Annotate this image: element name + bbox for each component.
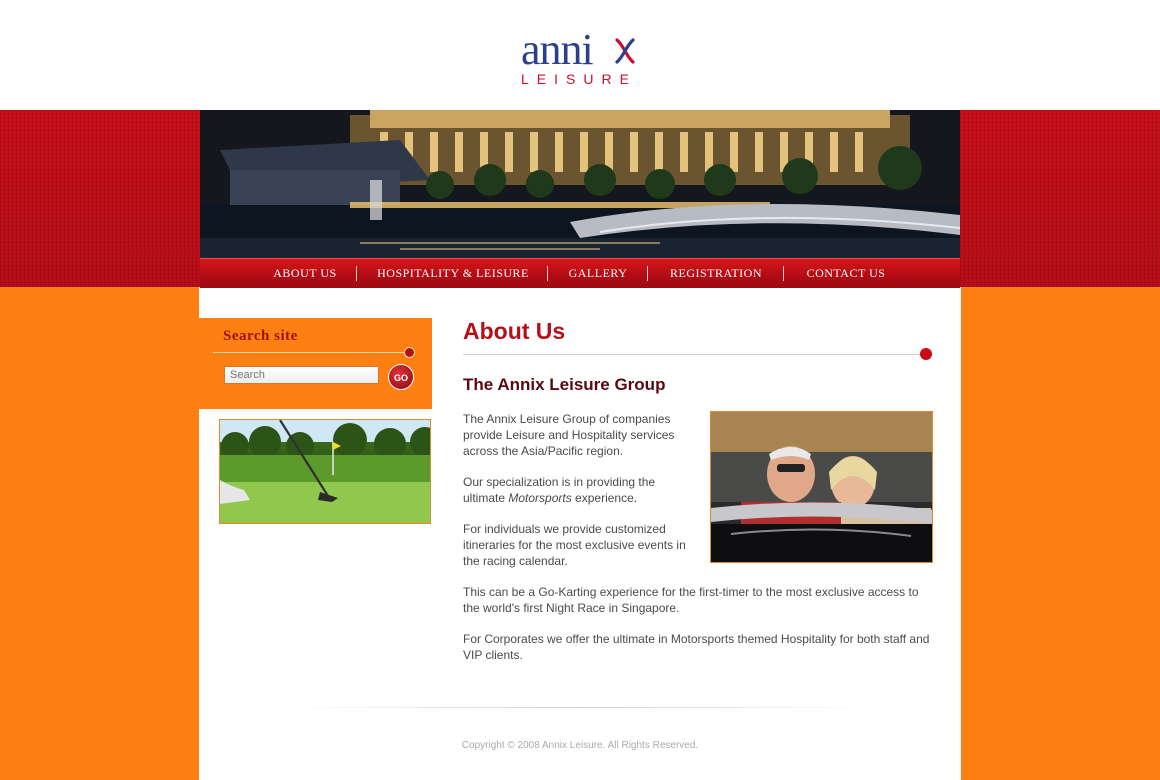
footer-divider — [289, 707, 873, 708]
page-title: About Us — [463, 318, 566, 344]
copyright-text: Copyright © 2008 Annix Leisure. All Righ… — [461, 740, 699, 751]
section-heading: The Annix Leisure Group — [463, 375, 666, 394]
nav-separator — [547, 266, 548, 281]
search-input[interactable] — [224, 366, 379, 384]
nav-hospitality-leisure[interactable]: HOSPITALITY & LEISURE — [368, 259, 538, 288]
title-divider — [463, 354, 923, 355]
nav-gallery[interactable]: GALLERY — [560, 259, 636, 288]
nav-registration[interactable]: REGISTRATION — [660, 259, 772, 288]
couple-car-photo — [710, 411, 933, 563]
individuals-paragraph: For individuals we provide customized it… — [463, 522, 686, 568]
go-karting-paragraph: This can be a Go-Karting experience for … — [463, 585, 919, 615]
nav-separator — [356, 266, 357, 281]
search-divider-dot — [404, 347, 415, 358]
intro-paragraph: The Annix Leisure Group of companies pro… — [463, 412, 675, 458]
nav-separator — [783, 266, 784, 281]
search-panel: Search site GO — [199, 318, 432, 409]
page-container: ABOUT US HOSPITALITY & LEISURE GALLERY R… — [199, 0, 961, 780]
specialization-paragraph: Our specialization is in providing the u… — [463, 474, 695, 506]
golf-course-image — [219, 419, 431, 524]
nav-separator — [647, 266, 648, 281]
search-go-button[interactable]: GO — [388, 364, 414, 390]
title-divider-dot — [920, 348, 932, 360]
nav-contact-us[interactable]: CONTACT US — [796, 259, 896, 288]
search-title: Search site — [223, 328, 298, 344]
motorsports-emphasis: Motorsports — [508, 491, 572, 505]
couple-in-convertible-image — [711, 412, 932, 562]
specialization-text-end: experience. — [571, 491, 638, 505]
singapore-night-skyline-image — [200, 110, 960, 258]
main-navigation: ABOUT US HOSPITALITY & LEISURE GALLERY R… — [200, 258, 960, 288]
hero-banner-image — [200, 110, 960, 258]
search-divider — [213, 352, 407, 353]
corporates-paragraph: For Corporates we offer the ultimate in … — [463, 632, 930, 662]
golf-club-photo — [220, 420, 430, 523]
nav-about-us[interactable]: ABOUT US — [260, 259, 350, 288]
